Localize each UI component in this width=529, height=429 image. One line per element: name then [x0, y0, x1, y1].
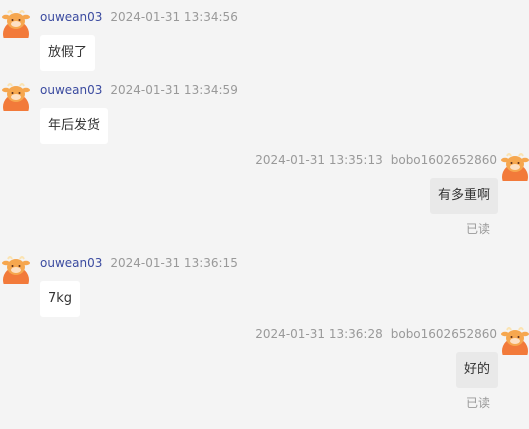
- chat-message: 2024-01-31 13:35:13 bobo1602652860 有多重啊 已…: [0, 151, 529, 241]
- message-meta: 2024-01-31 13:35:13 bobo1602652860: [255, 152, 497, 168]
- sender-name[interactable]: bobo1602652860: [391, 153, 497, 167]
- message-timestamp: 2024-01-31 13:34:59: [110, 83, 238, 97]
- read-status: 已读: [465, 222, 490, 236]
- avatar-icon[interactable]: [500, 151, 529, 181]
- chat-message: 2024-01-31 13:36:28 bobo1602652860 好的 已读: [0, 325, 529, 415]
- message-bubble[interactable]: 放假了: [40, 35, 96, 71]
- chat-message-list: ouwean03 2024-01-31 13:34:56 放假了 ouwean03…: [0, 0, 529, 429]
- sender-name[interactable]: bobo1602652860: [391, 327, 497, 341]
- message-bubble[interactable]: 年后发货: [40, 108, 109, 144]
- message-bubble[interactable]: 有多重啊: [429, 178, 498, 214]
- message-meta: 2024-01-31 13:36:28 bobo1602652860: [255, 326, 497, 342]
- message-meta: ouwean03 2024-01-31 13:34:59: [40, 82, 238, 98]
- message-timestamp: 2024-01-31 13:36:28: [255, 327, 383, 341]
- avatar-icon[interactable]: [1, 8, 31, 38]
- avatar-icon[interactable]: [1, 254, 31, 284]
- message-meta: ouwean03 2024-01-31 13:34:56: [40, 9, 238, 25]
- sender-name[interactable]: ouwean03: [40, 10, 102, 24]
- avatar-icon[interactable]: [500, 325, 529, 355]
- sender-name[interactable]: ouwean03: [40, 83, 102, 97]
- message-timestamp: 2024-01-31 13:34:56: [110, 10, 238, 24]
- sender-name[interactable]: ouwean03: [40, 256, 102, 270]
- message-timestamp: 2024-01-31 13:35:13: [255, 153, 383, 167]
- message-bubble[interactable]: 好的: [455, 352, 498, 388]
- message-bubble[interactable]: 7kg: [40, 281, 81, 317]
- chat-message: ouwean03 2024-01-31 13:34:56 放假了: [0, 8, 529, 74]
- read-status: 已读: [465, 396, 490, 410]
- message-timestamp: 2024-01-31 13:36:15: [110, 256, 238, 270]
- message-meta: ouwean03 2024-01-31 13:36:15: [40, 255, 238, 271]
- avatar-icon[interactable]: [1, 81, 31, 111]
- chat-message: ouwean03 2024-01-31 13:34:59 年后发货: [0, 81, 529, 147]
- chat-message: ouwean03 2024-01-31 13:36:15 7kg: [0, 254, 529, 320]
